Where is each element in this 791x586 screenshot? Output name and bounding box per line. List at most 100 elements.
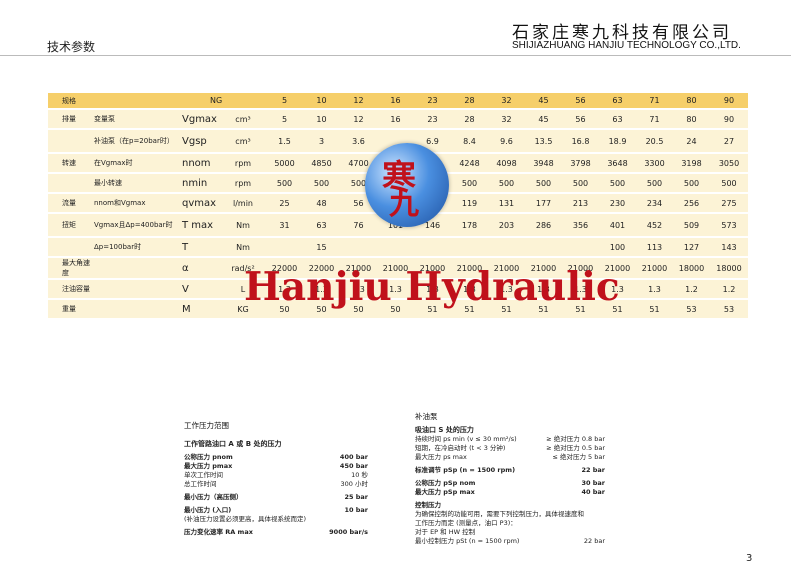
value-cell: 3.6 — [340, 130, 377, 152]
value-cell: 10 — [303, 110, 340, 128]
section-title: 技术参数 — [47, 40, 96, 54]
value-cell: 203 — [488, 214, 525, 236]
value-cell: 143 — [710, 238, 748, 256]
value-cell: 113 — [636, 238, 673, 256]
row-description — [90, 280, 178, 298]
value-cell: 1.3 — [636, 280, 673, 298]
value-cell: 573 — [710, 214, 748, 236]
value-cell: 1.2 — [673, 280, 710, 298]
value-cell: 500 — [525, 174, 562, 192]
value-cell: 3198 — [673, 154, 710, 172]
row-group-label — [48, 174, 90, 192]
value-cell: 119 — [451, 194, 488, 212]
spec-line-label: 标准调节 pSp (n = 1500 rpm) — [415, 466, 516, 474]
spec-line-value: 40 bar — [581, 488, 605, 496]
value-cell: 127 — [673, 238, 710, 256]
value-cell: 500 — [303, 174, 340, 192]
header-cell: 71 — [636, 93, 673, 108]
value-cell: 28 — [451, 110, 488, 128]
value-cell: 1.5 — [266, 130, 303, 152]
value-cell: 25 — [266, 194, 303, 212]
spec-line: 对于 EP 和 HW 控制 — [415, 528, 605, 537]
spec-line-label: 总工作时间 — [184, 480, 217, 488]
spec-line-label: 压力变化速率 RA max — [184, 528, 253, 536]
value-cell: 80 — [673, 110, 710, 128]
row-group-label: 最大角速度 — [48, 258, 90, 278]
row-description — [90, 300, 178, 318]
value-cell: 45 — [525, 110, 562, 128]
spec-line-label: (补油压力设置必须更高，具体视系统而定) — [184, 515, 307, 523]
value-cell: 90 — [710, 110, 748, 128]
value-cell: 500 — [673, 174, 710, 192]
spec-line-label: 公称压力 pSp nom — [415, 479, 476, 487]
value-cell: 509 — [673, 214, 710, 236]
value-cell: 3 — [303, 130, 340, 152]
spec-line-value: 300 小时 — [340, 480, 368, 488]
value-cell — [340, 238, 377, 256]
spec-line-value: 400 bar — [339, 453, 368, 461]
company-logo: 寒 九 — [365, 143, 449, 227]
spec-line-value: 10 秒 — [351, 471, 368, 479]
row-description: Vgmax且Δp=400bar时 — [90, 214, 178, 236]
value-cell: 3050 — [710, 154, 748, 172]
spec-line-label: 最小控制压力 pSt (n = 1500 rpm) — [415, 537, 520, 545]
header-cell: NG — [178, 93, 266, 108]
row-symbol: Vgsp — [178, 130, 220, 152]
charge-pump-title: 补油泵 — [415, 412, 438, 421]
row-unit: Nm — [220, 214, 266, 236]
header-cell: 12 — [340, 93, 377, 108]
value-cell: 76 — [340, 214, 377, 236]
spec-line-label: 最大压力 ps max — [415, 453, 467, 461]
value-cell: 452 — [636, 214, 673, 236]
value-cell: 213 — [562, 194, 599, 212]
value-cell: 53 — [710, 300, 748, 318]
logo-char-2: 九 — [389, 187, 419, 222]
spec-line: 单次工作时间 10 秒 — [184, 471, 368, 480]
table-row: Δp=100bar时 T Nm 15 100 113 127 143 — [48, 238, 748, 256]
header-cell: 63 — [599, 93, 636, 108]
spec-line: 持续时间 ps min (v ≤ 30 mm²/s) ≥ 绝对压力 0.8 bar — [415, 435, 605, 444]
watermark-text: Hanjiu Hydraulic — [244, 264, 620, 310]
spec-line: (补油压力设置必须更高，具体视系统而定) — [184, 515, 368, 524]
value-cell: 63 — [599, 110, 636, 128]
spec-line-value: ≤ 绝对压力 5 bar — [552, 453, 605, 461]
spec-line: 总工作时间 300 小时 — [184, 480, 368, 489]
value-cell: 9.6 — [488, 130, 525, 152]
spec-line: 短期，在冷启动时 (t < 3 分钟) ≥ 绝对压力 0.5 bar — [415, 444, 605, 453]
row-unit: rpm — [220, 154, 266, 172]
row-group-label: 注油容量 — [48, 280, 90, 298]
spec-line-value: 22 bar — [583, 537, 605, 545]
row-group-label: 扭矩 — [48, 214, 90, 236]
header-cell: 80 — [673, 93, 710, 108]
value-cell: 275 — [710, 194, 748, 212]
row-symbol: V — [178, 280, 220, 298]
value-cell — [414, 238, 451, 256]
spec-line-value: 22 bar — [581, 466, 605, 474]
value-cell — [377, 238, 414, 256]
spec-line-label: 短期，在冷启动时 (t < 3 分钟) — [415, 444, 506, 452]
value-cell: 3648 — [599, 154, 636, 172]
header-cell: 23 — [414, 93, 451, 108]
value-cell: 1.2 — [710, 280, 748, 298]
value-cell: 401 — [599, 214, 636, 236]
value-cell: 178 — [451, 214, 488, 236]
spec-line: 最小控制压力 pSt (n = 1500 rpm) 22 bar — [415, 537, 605, 546]
value-cell: 4098 — [488, 154, 525, 172]
spec-line: 公称压力 pSp nom 30 bar — [415, 479, 605, 488]
spec-line-label: 持续时间 ps min (v ≤ 30 mm²/s) — [415, 435, 517, 443]
row-unit: cm³ — [220, 130, 266, 152]
row-symbol: Vgmax — [178, 110, 220, 128]
spec-line: 最小压力（高压侧） 25 bar — [184, 493, 368, 502]
value-cell: 5 — [266, 110, 303, 128]
spec-line: 最大压力 ps max ≤ 绝对压力 5 bar — [415, 453, 605, 462]
value-cell: 18000 — [673, 258, 710, 278]
row-group-label: 转速 — [48, 154, 90, 172]
row-description: Δp=100bar时 — [90, 238, 178, 256]
row-symbol: M — [178, 300, 220, 318]
value-cell: 500 — [636, 174, 673, 192]
spec-line-value: 25 bar — [344, 493, 368, 501]
header-cell: 45 — [525, 93, 562, 108]
spec-line: 为确保控制的功能可用，需要下列控制压力，具体视速度和 — [415, 510, 605, 519]
value-cell: 131 — [488, 194, 525, 212]
header-cell: 28 — [451, 93, 488, 108]
